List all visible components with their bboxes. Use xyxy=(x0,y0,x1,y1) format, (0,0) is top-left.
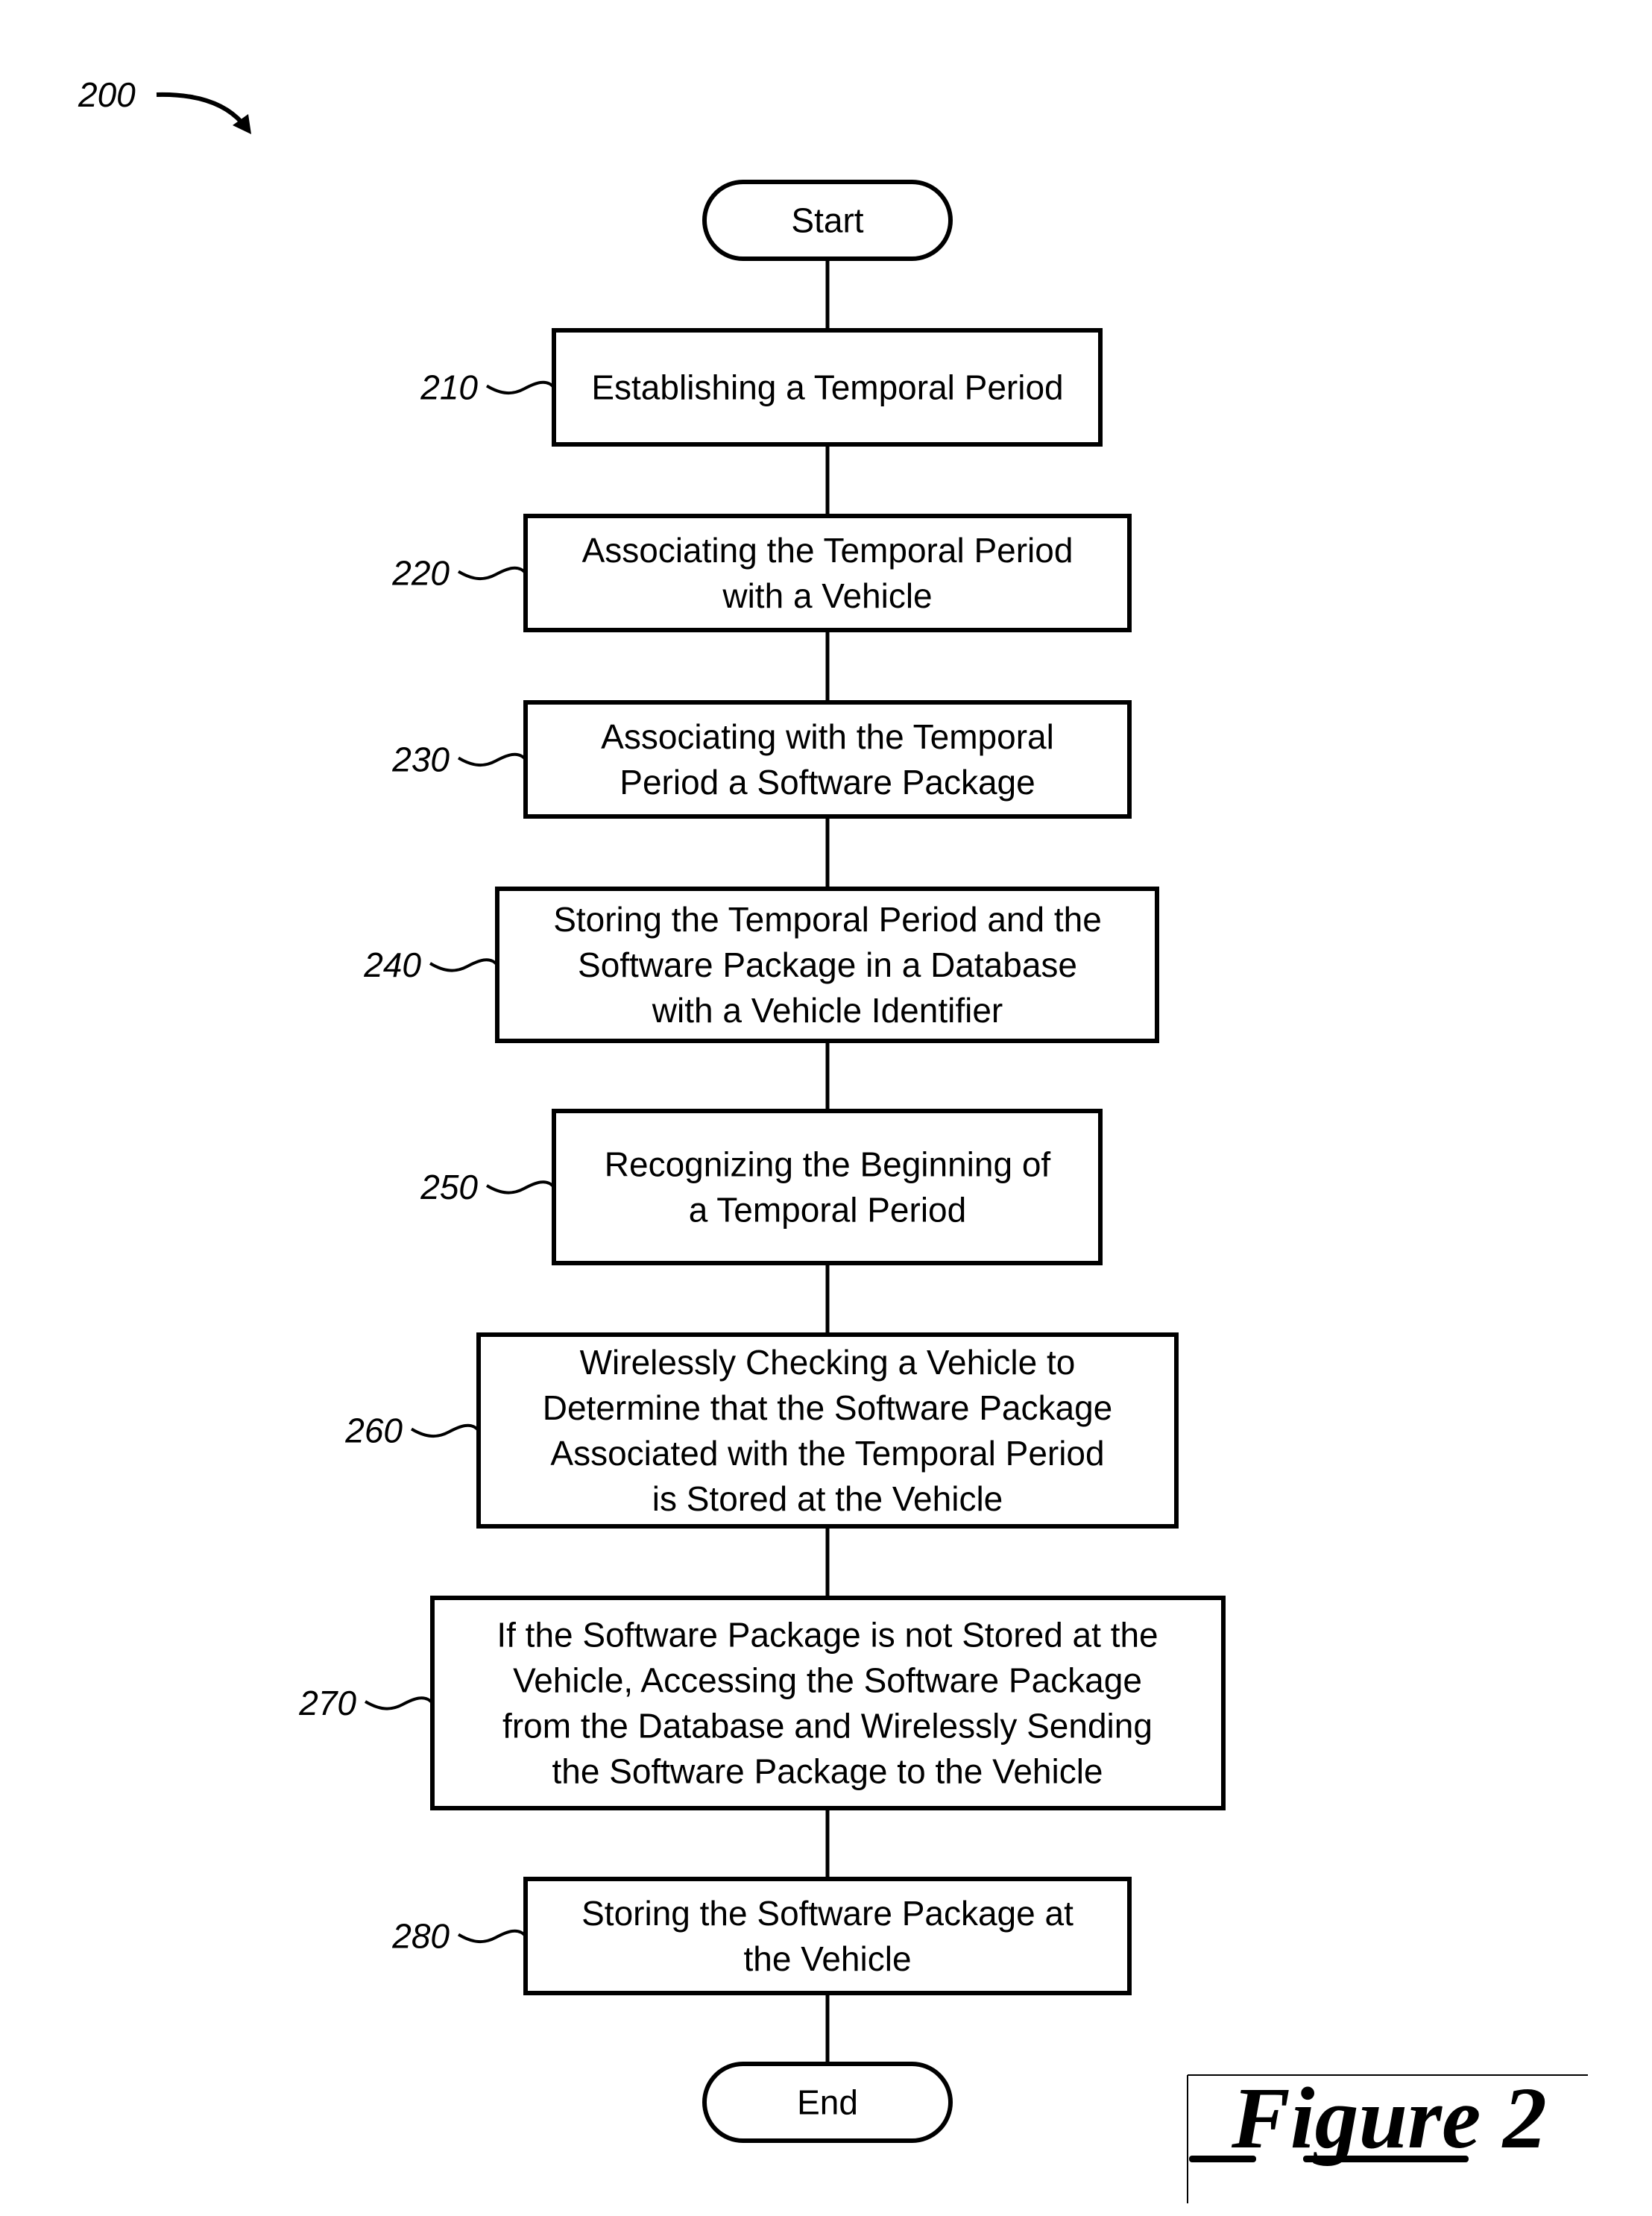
step-text-line: with a Vehicle xyxy=(722,576,932,615)
leader-squiggle-icon xyxy=(457,566,527,580)
step-reference-number: 260 xyxy=(344,1411,403,1450)
step-reference-number: 280 xyxy=(391,1917,450,1956)
step-text-line: If the Software Package is not Stored at… xyxy=(496,1616,1158,1655)
step-text-line: Recognizing the Beginning of xyxy=(605,1145,1051,1184)
step-reference-number: 220 xyxy=(391,554,450,593)
end-terminator: End xyxy=(702,2062,953,2143)
step-box xyxy=(552,1109,1103,1265)
figure-reference-number: 200 xyxy=(78,75,136,114)
step-reference-number: 270 xyxy=(298,1684,356,1722)
end-terminator-label: End xyxy=(797,2083,858,2122)
step-text-line: Associating with the Temporal xyxy=(601,717,1054,756)
step-reference-number: 230 xyxy=(391,740,450,779)
step-text-line: Storing the Software Package at xyxy=(581,1894,1074,1933)
figure-caption: Figure 2 xyxy=(1231,2069,1547,2167)
step-text-line: the Software Package to the Vehicle xyxy=(552,1752,1103,1791)
step-text-line: Establishing a Temporal Period xyxy=(591,368,1063,407)
step-text-line: Associating the Temporal Period xyxy=(582,531,1074,570)
step-reference-number: 210 xyxy=(420,368,478,407)
leader-squiggle-icon xyxy=(364,1696,434,1710)
flowchart-diagram: 200 Start Establishing a Temporal Period 2… xyxy=(78,75,1588,2203)
step-text-line: with a Vehicle Identifier xyxy=(652,991,1003,1030)
step-text-line: Associated with the Temporal Period xyxy=(550,1434,1104,1473)
step-270: If the Software Package is not Stored at… xyxy=(298,1596,1226,1810)
figure-caption-underline-right xyxy=(1303,2156,1469,2162)
leader-squiggle-icon xyxy=(410,1423,480,1438)
step-240: Storing the Temporal Period and the Softw… xyxy=(363,887,1159,1043)
step-text-line: Determine that the Software Package xyxy=(543,1388,1113,1427)
step-text-line: Vehicle, Accessing the Software Package xyxy=(513,1661,1142,1700)
step-text-line: the Vehicle xyxy=(743,1939,911,1978)
step-text-line: Period a Software Package xyxy=(620,763,1035,802)
step-230: Associating with the Temporal Period a So… xyxy=(391,700,1132,819)
step-text-line: a Temporal Period xyxy=(689,1191,966,1230)
leader-squiggle-icon xyxy=(457,752,527,767)
step-260: Wirelessly Checking a Vehicle to Determin… xyxy=(344,1332,1179,1529)
figure-caption-underline-left xyxy=(1189,2156,1256,2162)
step-250: Recognizing the Beginning of a Temporal P… xyxy=(420,1109,1103,1265)
step-text-line: is Stored at the Vehicle xyxy=(652,1479,1003,1518)
leader-squiggle-icon xyxy=(485,380,555,394)
figure-reference-arrow-icon xyxy=(156,92,245,125)
step-text-line: from the Database and Wirelessly Sending xyxy=(502,1707,1153,1746)
step-reference-number: 240 xyxy=(363,945,421,984)
step-text-line: Wirelessly Checking a Vehicle to xyxy=(580,1343,1076,1382)
leader-squiggle-icon xyxy=(485,1180,555,1194)
flowchart-nodes: Start Establishing a Temporal Period 210 As… xyxy=(298,180,1226,2143)
step-text-line: Software Package in a Database xyxy=(578,945,1077,984)
start-terminator: Start xyxy=(702,180,953,261)
start-terminator-label: Start xyxy=(791,201,863,240)
leader-squiggle-icon xyxy=(457,1929,527,1943)
step-280: Storing the Software Package at the Vehic… xyxy=(391,1877,1132,1995)
step-220: Associating the Temporal Period with a Ve… xyxy=(391,514,1132,632)
step-210: Establishing a Temporal Period 210 xyxy=(420,328,1103,447)
step-reference-number: 250 xyxy=(420,1168,478,1206)
step-text-line: Storing the Temporal Period and the xyxy=(553,900,1102,939)
leader-squiggle-icon xyxy=(429,958,499,972)
